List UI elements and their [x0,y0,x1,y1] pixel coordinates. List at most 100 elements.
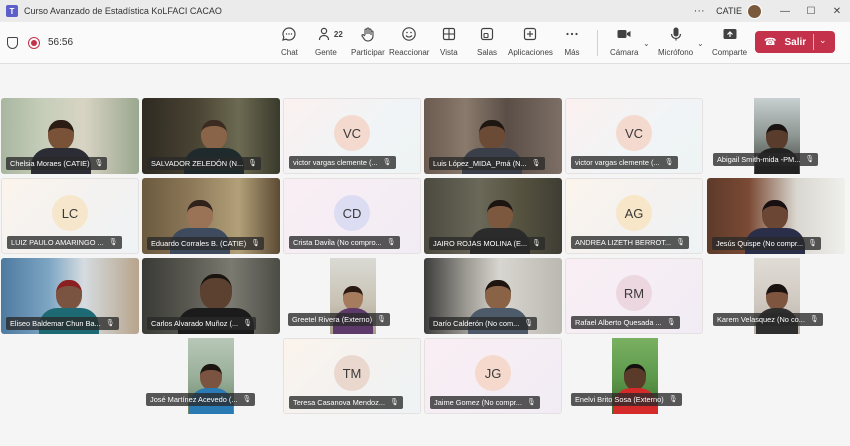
participant-tile[interactable]: LC LUIZ PAULO AMARINGO ... 🎙 [1,178,139,254]
participant-tile[interactable]: RM Rafael Alberto Quesada ... 🎙 [565,258,703,334]
camera-options-chevron-icon[interactable]: ⌄ [643,39,650,48]
meeting-timer: 56:56 [48,37,74,48]
smile-icon [401,26,417,46]
minimize-button[interactable]: — [772,0,798,22]
participant-name: Crista Davila (No compro... 🎙 [289,236,400,249]
participant-name: Eduardo Corrales B. (CATIE) 🎙 [147,237,265,250]
participant-name: Chelsia Moraes (CATIE) 🎙 [6,157,108,170]
people-count: 22 [333,30,343,39]
participant-tile[interactable]: VC victor vargas clemente (... 🎙 [283,98,421,174]
avatar: AG [616,195,652,231]
rooms-label: Salas [477,48,498,57]
mic-off-icon: 🎙 [805,156,815,163]
participant-tile[interactable]: AG ANDREA LIZETH BERROT... 🎙 [565,178,703,254]
raise-hand-label: Participar [351,48,385,57]
mic-label: Micrófono [658,48,694,57]
participant-name: victor vargas clemente (... 🎙 [571,156,678,169]
leave-button[interactable]: ☎ Salir ⌄ [755,31,835,53]
participant-name: Greetel Rivera (Externo) 🎙 [288,313,390,326]
participant-name: Teresa Casanova Mendoz... 🎙 [289,396,403,409]
mic-icon [668,26,684,46]
mic-off-icon: 🎙 [108,239,118,246]
participant-tile[interactable]: Eduardo Corrales B. (CATIE) 🎙 [142,178,280,254]
participant-tile[interactable]: Luis López_MIDA_Pmá (N... 🎙 [424,98,562,174]
more-button[interactable]: Más [564,26,580,62]
avatar: JG [475,355,511,391]
participant-tile[interactable]: SALVADOR ZELEDÓN (N... 🎙 [142,98,280,174]
share-button[interactable]: Comparte [712,26,747,62]
participant-name: Rafael Alberto Quesada ... 🎙 [571,316,680,329]
mic-off-icon: 🎙 [386,239,396,246]
mic-off-icon: 🎙 [668,396,678,403]
participant-tile[interactable]: Eliseo Baldemar Chun Ba... 🎙 [1,258,139,334]
participant-tile[interactable]: JG Jaime Gomez (No compr... 🎙 [424,338,562,414]
participant-tile[interactable]: CD Crista Davila (No compro... 🎙 [283,178,421,254]
avatar: TM [334,355,370,391]
shield-icon[interactable] [7,37,18,49]
react-label: Reaccionar [389,48,430,57]
participant-name: Luis López_MIDA_Pmá (N... 🎙 [429,157,545,170]
participant-tile[interactable]: VC victor vargas clemente (... 🎙 [565,98,703,174]
plus-icon [522,26,538,46]
chat-button[interactable]: Chat [281,26,298,62]
maximize-button[interactable]: ☐ [798,0,824,22]
people-label: Gente [315,48,337,57]
mic-off-icon: 🎙 [676,239,685,246]
mic-off-icon: 🎙 [526,399,536,406]
share-icon [722,26,738,46]
mic-button[interactable]: Micrófono [658,26,693,62]
participant-name: Eliseo Baldemar Chun Ba... 🎙 [6,317,119,330]
participant-tile[interactable]: Darío Calderón (No com... 🎙 [424,258,562,334]
user-avatar[interactable] [747,3,762,19]
camera-label: Cámara [610,48,639,57]
participant-name: Carlos Alvarado Muñoz (... 🎙 [147,317,256,330]
participant-name: Darío Calderón (No com... 🎙 [429,317,538,330]
mic-off-icon: 🎙 [531,160,541,167]
leave-label: Salir [784,36,807,48]
participant-tile[interactable]: JAIRO ROJAS MOLINA (E... 🎙 [424,178,562,254]
participant-tile[interactable]: Jesús Quispe (No compr... 🎙 [707,178,845,254]
chat-icon [281,26,297,46]
avatar: RM [616,275,652,311]
phone-icon: ☎ [764,36,777,48]
participant-name: Karem Velasquez (No co... 🎙 [713,313,823,326]
close-button[interactable]: ✕ [824,0,850,22]
raise-hand-button[interactable]: Participar [351,26,385,62]
people-button[interactable]: 22 Gente [315,26,343,62]
mic-off-icon: 🎙 [390,399,399,406]
avatar: VC [334,115,370,151]
mic-off-icon: 🎙 [666,319,676,326]
apps-label: Aplicaciones [508,48,553,57]
participant-name: victor vargas clemente (... 🎙 [289,156,396,169]
window-title: Curso Avanzado de Estadística KoLFACI CA… [24,6,222,16]
participant-name: LUIZ PAULO AMARINGO ... 🎙 [7,236,122,249]
more-options-icon[interactable]: ··· [688,5,710,17]
mic-options-chevron-icon[interactable]: ⌄ [697,39,704,48]
mic-off-icon: 🎙 [105,320,115,327]
account-name[interactable]: CATIE [716,6,742,16]
react-button[interactable]: Reaccionar [389,26,429,62]
participant-tile[interactable]: TM Teresa Casanova Mendoz... 🎙 [283,338,421,414]
mic-off-icon: 🎙 [808,240,817,247]
leave-options-chevron-icon[interactable]: ⌄ [819,35,827,46]
title-bar: T Curso Avanzado de Estadística KoLFACI … [0,0,850,22]
participant-tile[interactable]: Chelsia Moraes (CATIE) 🎙 [1,98,139,174]
mic-off-icon: 🎙 [377,316,386,323]
participant-name: Jaime Gomez (No compr... 🎙 [430,396,540,409]
rooms-button[interactable]: Salas [477,26,497,62]
participant-name: ANDREA LIZETH BERROT... 🎙 [571,236,689,249]
more-label: Más [564,48,580,57]
meeting-toolbar: 56:56 Chat 22 Gente Participar Reacciona… [0,22,850,64]
apps-button[interactable]: Aplicaciones [508,26,553,62]
participant-name: Enelvi Brito Sosa (Externo) 🎙 [571,393,682,406]
chat-label: Chat [281,48,298,57]
camera-button[interactable]: Cámara [610,26,638,62]
avatar: CD [334,195,370,231]
participant-tile[interactable]: Carlos Alvarado Muñoz (... 🎙 [142,258,280,334]
mic-off-icon: 🎙 [524,320,534,327]
participant-name: Jesús Quispe (No compr... 🎙 [712,237,821,250]
view-button[interactable]: Vista [440,26,458,62]
toolbar-divider [597,30,598,56]
mic-off-icon: 🎙 [664,159,674,166]
mic-off-icon: 🎙 [809,316,819,323]
